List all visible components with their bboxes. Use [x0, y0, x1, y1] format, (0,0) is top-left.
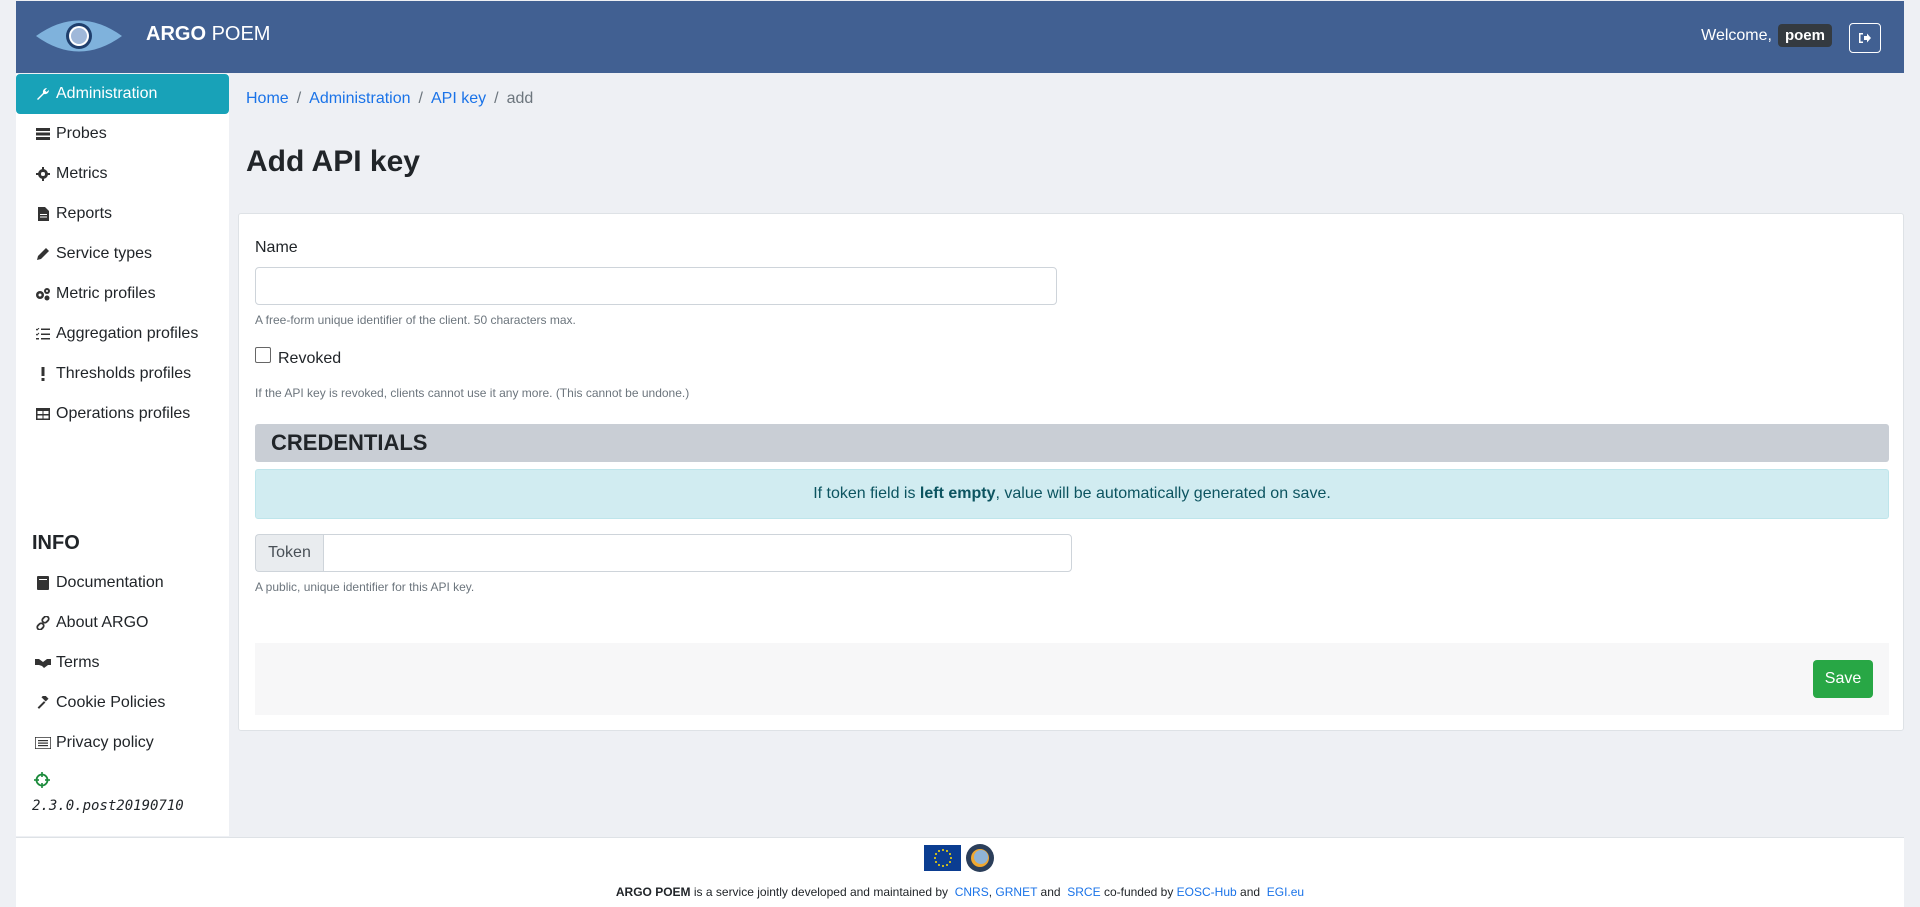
footer-link-cnrs[interactable]: CNRS [955, 885, 989, 899]
token-input[interactable] [323, 534, 1072, 572]
sidebar-item-label: Metric profiles [56, 285, 156, 302]
handshake-icon [34, 654, 52, 672]
sidebar-item-label: Cookie Policies [56, 694, 166, 711]
sidebar-item-reports[interactable]: Reports [16, 194, 229, 234]
wrench-icon [34, 85, 52, 103]
argo-logo-icon [36, 20, 122, 52]
alert-text-prefix: If token field is [813, 485, 920, 502]
page-title: Add API key [246, 145, 420, 178]
eosc-logo-icon [966, 844, 994, 872]
footer-text-part: is a service jointly developed and maint… [690, 885, 952, 899]
breadcrumb-separator: / [494, 90, 499, 107]
name-label: Name [255, 239, 298, 256]
username-badge: poem [1777, 24, 1832, 47]
sidebar-item-label: Thresholds profiles [56, 365, 192, 382]
sidebar-item-thresholds-profiles[interactable]: Thresholds profiles [16, 354, 229, 394]
footer-brand: ARGO POEM [615, 885, 691, 899]
sidebar-item-label: Administration [56, 85, 158, 102]
sidebar-item-label: Probes [56, 125, 107, 142]
info-heading: INFO [32, 532, 80, 554]
name-input[interactable] [255, 267, 1057, 305]
footer-link-srce[interactable]: SRCE [1067, 885, 1100, 899]
sidebar-item-operations-profiles[interactable]: Operations profiles [16, 394, 229, 434]
footer-text: ARGO POEM is a service jointly developed… [16, 885, 1904, 899]
breadcrumb-administration[interactable]: Administration [309, 90, 410, 108]
sidebar-item-label: Operations profiles [56, 405, 191, 422]
sidebar: Administration Probes Metrics Reports Se… [16, 74, 229, 836]
footer-link-eosc-hub[interactable]: EOSC-Hub [1177, 885, 1237, 899]
sidebar-item-service-types[interactable]: Service types [16, 234, 229, 274]
file-icon [34, 205, 52, 223]
breadcrumb-separator: / [296, 90, 302, 107]
sidebar-item-label: Reports [56, 205, 113, 222]
footer-text-part: and [1236, 885, 1264, 899]
book-icon [34, 574, 52, 592]
revoked-help-text: If the API key is revoked, clients canno… [255, 386, 690, 400]
sidebar-item-about-argo[interactable]: About ARGO [16, 603, 229, 643]
sidebar-item-label: Privacy policy [56, 734, 154, 751]
sidebar-item-label: About ARGO [56, 614, 149, 631]
breadcrumb-api-key[interactable]: API key [431, 90, 486, 108]
server-icon [34, 125, 52, 143]
breadcrumb-current: add [506, 90, 534, 107]
version-text: 2.3.0.post20190710 [32, 798, 184, 814]
sidebar-item-administration[interactable]: Administration [16, 74, 229, 114]
sign-out-icon [1859, 33, 1871, 43]
sidebar-item-documentation[interactable]: Documentation [16, 563, 229, 603]
token-info-alert: If token field is left empty , value wil… [255, 469, 1889, 519]
api-key-form: Name A free-form unique identifier of th… [238, 213, 1904, 731]
link-icon [34, 614, 52, 632]
brand-bold: ARGO [146, 23, 206, 45]
breadcrumb-home[interactable]: Home [246, 90, 289, 108]
token-help-text: A public, unique identifier for this API… [255, 580, 475, 594]
list-icon [34, 734, 52, 752]
footer-comma: , [988, 885, 993, 899]
form-actions: Save [255, 643, 1889, 715]
alert-text-bold: left empty [919, 485, 996, 502]
sidebar-item-probes[interactable]: Probes [16, 114, 229, 154]
sidebar-item-privacy-policy[interactable]: Privacy policy [16, 723, 229, 763]
footer-link-egi[interactable]: EGI.eu [1267, 885, 1304, 899]
token-label: Token [255, 534, 323, 572]
revoked-checkbox[interactable] [255, 347, 271, 363]
eu-flag-icon [924, 845, 961, 871]
cogs-icon [34, 285, 52, 303]
sidebar-item-cookie-policies[interactable]: Cookie Policies [16, 683, 229, 723]
sidebar-item-terms[interactable]: Terms [16, 643, 229, 683]
welcome-text: Welcome, [1701, 26, 1772, 44]
page-footer: ARGO POEM is a service jointly developed… [16, 837, 1904, 907]
logout-button[interactable] [1849, 23, 1881, 53]
revoked-label[interactable]: Revoked [278, 350, 341, 368]
footer-text-part: and [1037, 885, 1064, 899]
save-button[interactable]: Save [1813, 660, 1873, 698]
tasks-icon [34, 325, 52, 343]
pen-icon [34, 245, 52, 263]
sidebar-item-label: Terms [56, 654, 100, 671]
credentials-heading: CREDENTIALS [255, 424, 1889, 462]
footer-logos [924, 843, 995, 873]
cog-icon [34, 165, 52, 183]
breadcrumb: Home / Administration / API key / add [246, 90, 533, 108]
sidebar-item-label: Documentation [56, 574, 164, 591]
footer-link-grnet[interactable]: GRNET [995, 885, 1037, 899]
sidebar-item-metrics[interactable]: Metrics [16, 154, 229, 194]
gavel-icon [34, 694, 52, 712]
sidebar-item-label: Metrics [56, 165, 108, 182]
brand-rest: POEM [211, 23, 271, 45]
sidebar-item-label: Service types [56, 245, 153, 262]
crosshairs-icon [34, 772, 50, 788]
token-input-group: Token [255, 534, 1072, 572]
sidebar-item-aggregation-profiles[interactable]: Aggregation profiles [16, 314, 229, 354]
sidebar-item-label: Aggregation profiles [56, 325, 199, 342]
exclamation-icon [34, 365, 52, 383]
breadcrumb-separator: / [418, 90, 423, 107]
welcome-area: Welcome, poem [1701, 24, 1832, 47]
brand-title[interactable]: ARGO POEM [146, 23, 270, 46]
footer-text-part: co-funded by [1100, 885, 1177, 899]
alert-text-suffix: , value will be automatically generated … [995, 485, 1331, 502]
table-icon [34, 405, 52, 423]
name-help-text: A free-form unique identifier of the cli… [255, 313, 576, 327]
top-navbar: ARGO POEM Welcome, poem [16, 1, 1904, 73]
sidebar-item-metric-profiles[interactable]: Metric profiles [16, 274, 229, 314]
